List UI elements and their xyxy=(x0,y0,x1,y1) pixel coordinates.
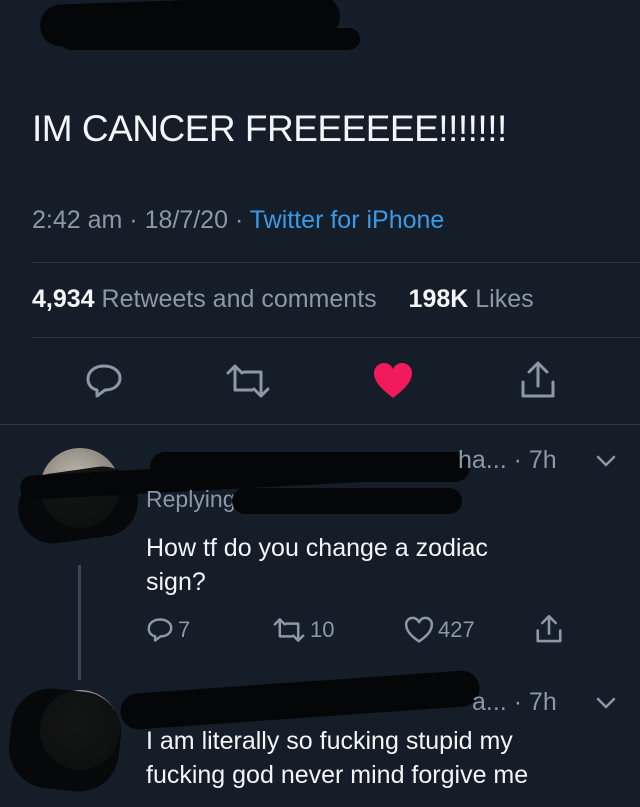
retweets-count[interactable]: 4,934 xyxy=(32,285,95,313)
reply-reply-action[interactable]: 7 xyxy=(146,616,190,644)
share-icon[interactable] xyxy=(534,614,564,644)
reply-header: a... · 7h xyxy=(472,688,557,717)
tweet-date: 18/7/20 xyxy=(144,206,228,234)
reply-text-line: fucking god never mind forgive me xyxy=(146,761,529,789)
likes-label[interactable]: Likes xyxy=(475,285,533,313)
retweet-count: 10 xyxy=(310,617,335,642)
divider xyxy=(32,262,640,263)
retweet-icon[interactable] xyxy=(224,362,272,400)
reply-text-line: sign? xyxy=(146,568,206,596)
reply-like-action[interactable]: 427 xyxy=(404,616,475,644)
reply-icon xyxy=(147,618,173,642)
reply-age: · 7h xyxy=(513,446,557,474)
share-icon[interactable] xyxy=(518,360,558,400)
reply-author-name[interactable]: ha... xyxy=(458,446,507,474)
tweet-meta: 2:42 am · 18/7/20 · Twitter for iPhone xyxy=(32,206,445,234)
reply-header: ha... · 7h xyxy=(458,446,557,475)
tweet-text: IM CANCER FREEEEEE!!!!!!! xyxy=(32,108,507,149)
divider xyxy=(32,337,640,338)
reply-count: 7 xyxy=(178,617,191,642)
divider xyxy=(0,424,640,425)
chevron-down-icon[interactable] xyxy=(594,694,618,712)
reply-age: · 7h xyxy=(513,688,557,716)
reply-text-line: How tf do you change a zodiac xyxy=(146,534,488,562)
reply-retweet-action[interactable]: 10 xyxy=(272,616,334,644)
reply-text: I am literally so fucking stupid my fuck… xyxy=(146,724,528,792)
likes-count[interactable]: 198K xyxy=(409,285,469,313)
retweet-icon xyxy=(273,618,305,642)
redacted-handle-scribble xyxy=(60,28,360,50)
redacted-name-scribble xyxy=(119,669,481,731)
heart-icon xyxy=(404,616,434,643)
reply-icon[interactable] xyxy=(84,362,124,400)
redacted-avatar-scribble xyxy=(5,684,125,796)
reply-author-name[interactable]: a... xyxy=(472,688,507,716)
tweet-source-link[interactable]: Twitter for iPhone xyxy=(250,206,445,234)
heart-icon[interactable] xyxy=(372,362,414,400)
retweets-label[interactable]: Retweets and comments xyxy=(102,285,377,313)
thread-line xyxy=(78,565,81,680)
reply-text: How tf do you change a zodiac sign? xyxy=(146,531,488,599)
like-count: 427 xyxy=(438,617,475,642)
tweet-time: 2:42 am xyxy=(32,206,123,234)
reply-text-line: I am literally so fucking stupid my xyxy=(146,727,513,755)
chevron-down-icon[interactable] xyxy=(594,452,618,470)
tweet-stats: 4,934 Retweets and comments 198K Likes xyxy=(32,285,534,314)
redacted-replying-scribble xyxy=(232,488,462,514)
